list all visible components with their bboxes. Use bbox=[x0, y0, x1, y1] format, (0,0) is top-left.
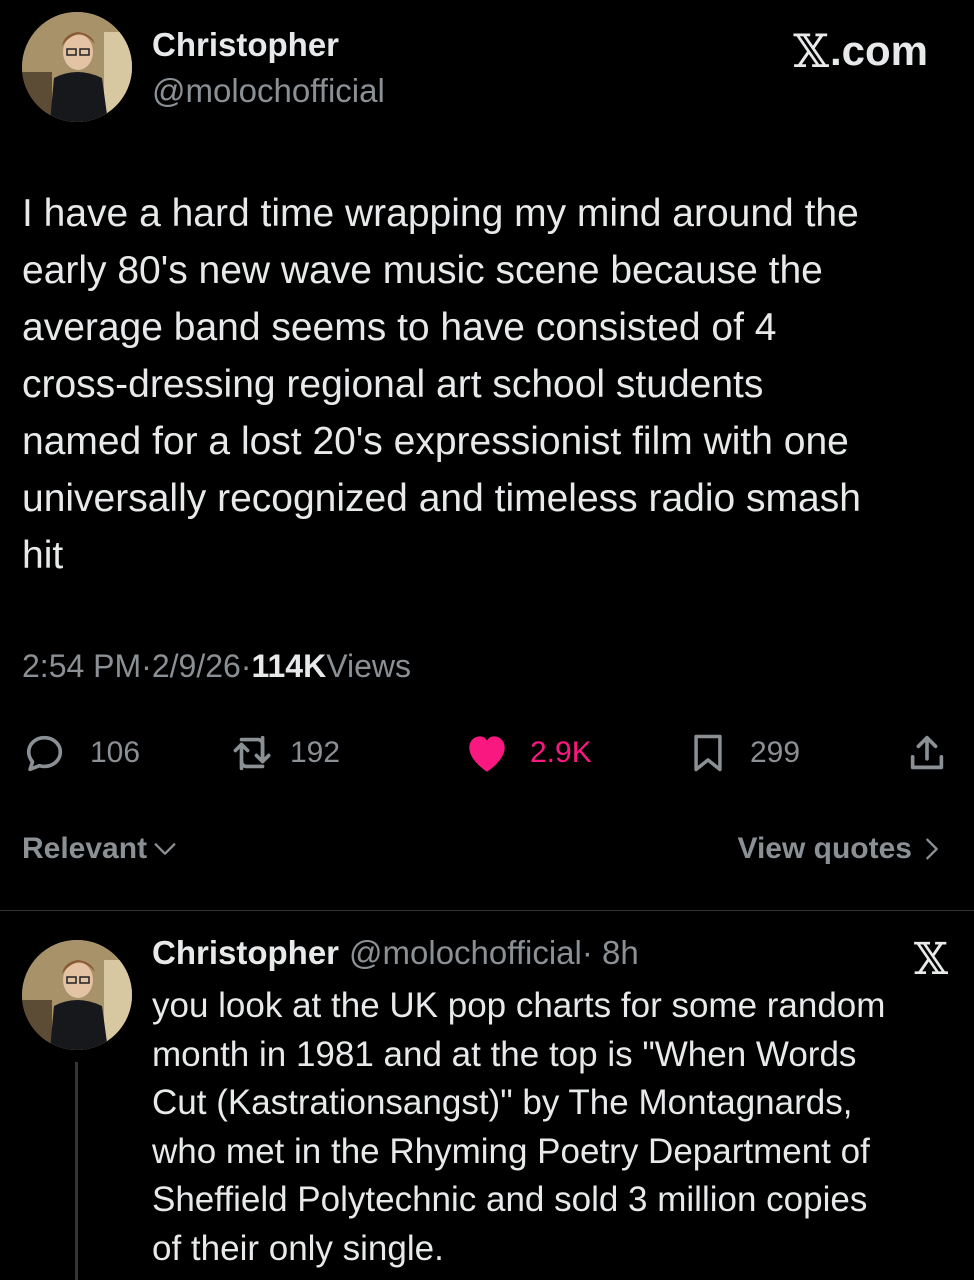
repost-button[interactable]: 192 bbox=[230, 728, 340, 778]
reply-author-avatar[interactable] bbox=[22, 940, 132, 1050]
reply-count: 106 bbox=[90, 736, 141, 769]
x-logo-icon: 𝕏 bbox=[793, 24, 829, 78]
like-button[interactable]: 2.9K bbox=[462, 728, 592, 778]
thread-connector-line bbox=[75, 1062, 78, 1280]
like-count: 2.9K bbox=[530, 736, 592, 769]
share-button[interactable] bbox=[904, 728, 950, 778]
avatar-image bbox=[22, 12, 132, 122]
sort-dropdown[interactable]: Relevant bbox=[22, 832, 179, 866]
section-divider bbox=[0, 910, 974, 911]
repost-count: 192 bbox=[290, 736, 341, 769]
tweet-text: I have a hard time wrapping my mind arou… bbox=[22, 192, 861, 577]
repost-icon bbox=[233, 735, 271, 771]
author-display-name[interactable]: Christopher bbox=[152, 26, 339, 64]
tweet-actions: 106 192 2.9K 299 bbox=[22, 728, 952, 778]
brand-watermark: 𝕏 .com bbox=[793, 24, 928, 78]
reply-text: you look at the UK pop charts for some r… bbox=[152, 986, 886, 1268]
views-label: Views bbox=[326, 648, 411, 684]
bookmark-count: 299 bbox=[750, 736, 801, 769]
tweet-date[interactable]: 2/9/26 bbox=[152, 648, 241, 685]
chevron-right-icon bbox=[926, 838, 938, 860]
bookmark-icon bbox=[694, 734, 722, 772]
view-quotes-label: View quotes bbox=[737, 832, 913, 865]
bookmark-button[interactable]: 299 bbox=[686, 728, 800, 778]
avatar-image bbox=[22, 940, 132, 1050]
reply-bubble-icon bbox=[26, 735, 63, 772]
author-avatar[interactable] bbox=[22, 12, 132, 122]
views-count: 114K bbox=[251, 648, 327, 684]
tweet-time[interactable]: 2:54 PM bbox=[22, 648, 141, 685]
view-quotes-link[interactable]: View quotes bbox=[738, 832, 947, 866]
meta-separator: · bbox=[141, 648, 152, 684]
meta-separator: · bbox=[240, 648, 252, 684]
x-logo-icon: 𝕏 bbox=[913, 934, 948, 985]
author-handle[interactable]: @molochofficial bbox=[152, 72, 385, 110]
chevron-down-icon bbox=[154, 843, 176, 855]
reply-author-handle[interactable]: @molochofficial bbox=[349, 934, 582, 972]
reply-header: Christopher @molochofficial · 8h bbox=[152, 934, 639, 972]
reply-button[interactable]: 106 bbox=[22, 728, 140, 778]
tweet-meta: 2:54 PM · 2/9/26 · 114K Views bbox=[22, 648, 411, 685]
replies-sort-row: Relevant View quotes bbox=[22, 832, 946, 876]
sort-label: Relevant bbox=[22, 832, 148, 865]
reply-time[interactable]: · 8h bbox=[582, 934, 639, 972]
reply-author-display-name[interactable]: Christopher bbox=[152, 934, 339, 972]
share-icon bbox=[910, 735, 944, 770]
heart-icon bbox=[469, 736, 505, 772]
brand-suffix: .com bbox=[829, 27, 928, 74]
